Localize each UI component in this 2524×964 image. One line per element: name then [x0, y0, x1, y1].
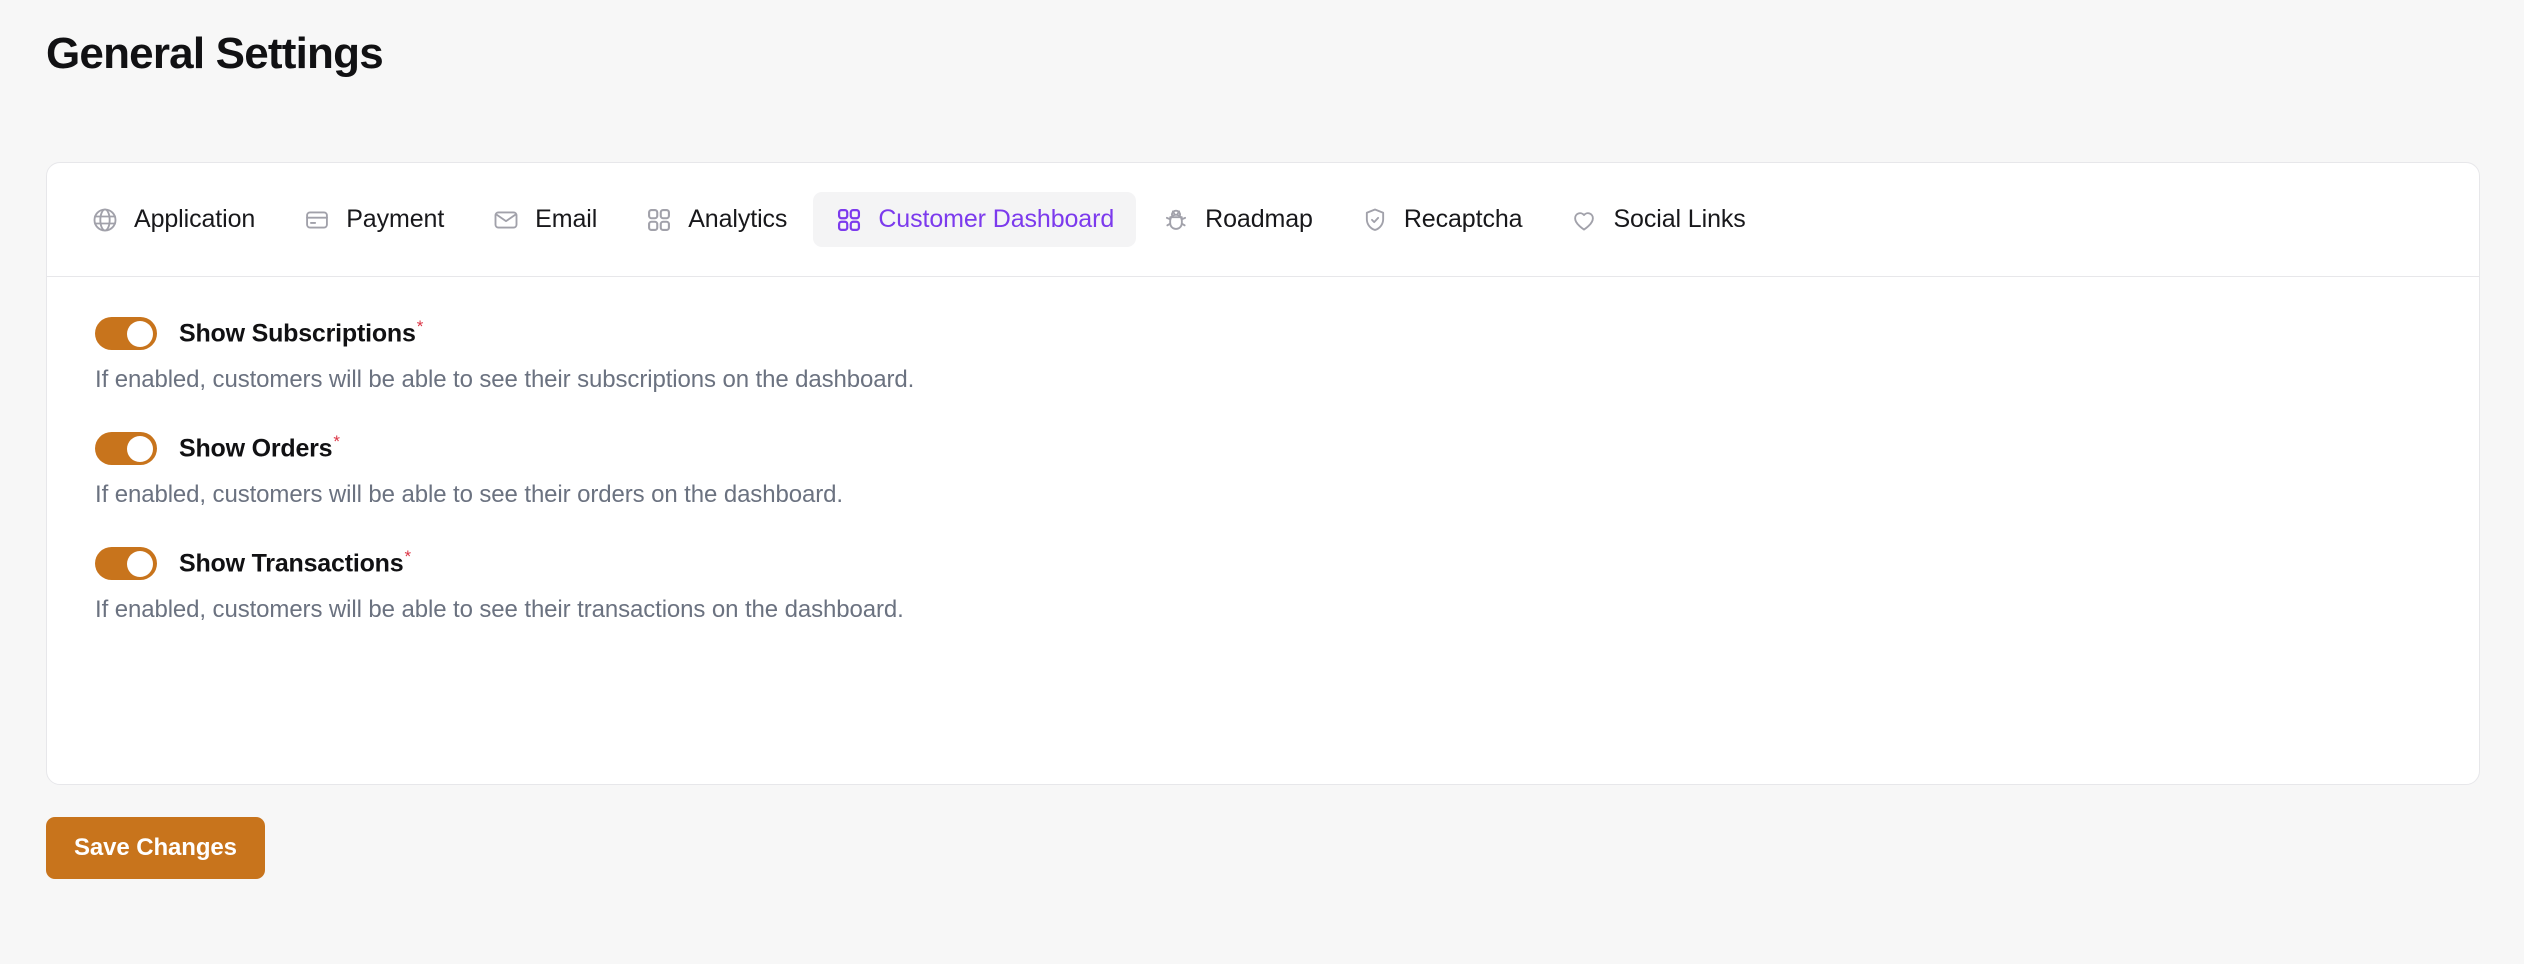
globe-icon: [91, 206, 119, 234]
setting-description: If enabled, customers will be able to se…: [95, 366, 915, 393]
setting-label: Show Orders*: [179, 433, 340, 463]
show-subscriptions-toggle[interactable]: [95, 317, 157, 350]
tab-label: Payment: [346, 205, 445, 233]
toggle-knob: [127, 550, 153, 577]
heart-icon: [1570, 206, 1598, 234]
setting-show-orders: Show Orders* If enabled, customers will …: [95, 432, 2431, 509]
tab-label: Recaptcha: [1403, 205, 1523, 233]
setting-header: Show Subscriptions*: [95, 317, 2431, 350]
setting-header: Show Transactions*: [95, 547, 2431, 580]
required-asterisk: *: [404, 547, 411, 567]
setting-label-text: Show Transactions: [179, 549, 404, 578]
required-asterisk: *: [416, 317, 424, 337]
tab-roadmap[interactable]: Roadmap: [1140, 192, 1335, 247]
page-title: General Settings: [46, 29, 384, 78]
setting-label: Show Transactions*: [179, 548, 411, 578]
setting-label-text: Show Subscriptions: [179, 319, 416, 348]
tab-application[interactable]: Application: [69, 192, 277, 247]
bug-icon: [1162, 206, 1190, 234]
tab-label: Customer Dashboard: [878, 205, 1115, 233]
show-transactions-toggle[interactable]: [95, 547, 157, 580]
general-settings-page: General Settings Application Payment Ema…: [0, 0, 2524, 964]
setting-label-text: Show Orders: [179, 434, 333, 463]
tab-email[interactable]: Email: [470, 192, 619, 247]
grid-icon: [835, 206, 863, 234]
save-changes-button[interactable]: Save Changes: [46, 817, 265, 879]
tab-analytics[interactable]: Analytics: [623, 192, 809, 247]
setting-header: Show Orders*: [95, 432, 2431, 465]
shield-check-icon: [1361, 206, 1389, 234]
setting-label: Show Subscriptions*: [179, 318, 423, 348]
tab-label: Roadmap: [1205, 205, 1313, 233]
setting-description: If enabled, customers will be able to se…: [95, 596, 904, 623]
settings-card: Application Payment Email Analytics Cust…: [46, 162, 2480, 785]
tab-label: Analytics: [688, 205, 788, 233]
grid-icon: [645, 206, 673, 234]
tab-recaptcha[interactable]: Recaptcha: [1339, 192, 1545, 247]
tab-label: Social Links: [1613, 205, 1746, 233]
setting-show-transactions: Show Transactions* If enabled, customers…: [95, 547, 2431, 624]
customer-dashboard-settings-panel: Show Subscriptions* If enabled, customer…: [47, 277, 2479, 624]
setting-description: If enabled, customers will be able to se…: [95, 481, 843, 508]
tab-label: Application: [134, 205, 256, 233]
envelope-icon: [492, 206, 520, 234]
required-asterisk: *: [333, 432, 340, 452]
settings-tab-bar: Application Payment Email Analytics Cust…: [47, 163, 2479, 277]
tab-payment[interactable]: Payment: [281, 192, 466, 247]
toggle-knob: [127, 320, 153, 347]
tab-customer-dashboard[interactable]: Customer Dashboard: [813, 192, 1137, 247]
credit-card-icon: [303, 206, 331, 234]
show-orders-toggle[interactable]: [95, 432, 157, 465]
setting-show-subscriptions: Show Subscriptions* If enabled, customer…: [95, 317, 2431, 394]
tab-social-links[interactable]: Social Links: [1548, 192, 1767, 247]
toggle-knob: [127, 435, 153, 462]
tab-label: Email: [535, 205, 598, 233]
